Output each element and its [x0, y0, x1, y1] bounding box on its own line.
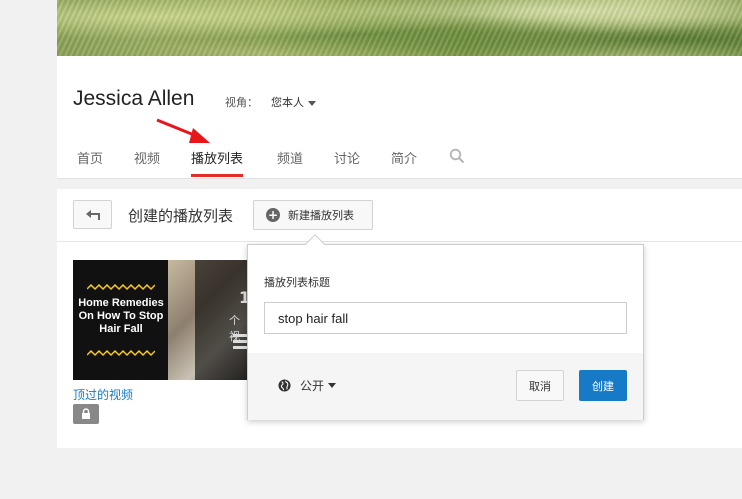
- playlist-title-link[interactable]: 顶过的视频: [73, 386, 133, 403]
- globe-icon: [278, 379, 291, 392]
- new-playlist-label: 新建播放列表: [288, 209, 354, 222]
- channel-banner: [57, 0, 742, 56]
- search-icon[interactable]: [449, 148, 465, 164]
- annotation-arrow-icon: [156, 118, 210, 143]
- caret-down-icon: [328, 383, 337, 388]
- cancel-button[interactable]: 取消: [516, 370, 564, 401]
- playlist-thumbnail[interactable]: Home Remedies On How To Stop Hair Fall 1…: [73, 260, 247, 380]
- lock-icon: [73, 404, 99, 424]
- channel-name: Jessica Allen: [73, 87, 195, 110]
- zigzag-decoration-icon: [87, 350, 155, 356]
- tab-playlists[interactable]: 播放列表: [191, 148, 244, 177]
- view-as-label: 视角：: [225, 96, 258, 109]
- zigzag-decoration-icon: [87, 284, 155, 290]
- view-as-value: 您本人: [271, 96, 304, 109]
- video-count: 1: [239, 288, 247, 307]
- view-as-dropdown[interactable]: 您本人: [271, 94, 316, 110]
- tab-discussion[interactable]: 讨论: [334, 148, 360, 177]
- playlist-title-input[interactable]: [264, 302, 627, 334]
- popup-footer: 公开 取消 创建: [248, 353, 643, 420]
- tab-home[interactable]: 首页: [77, 148, 103, 177]
- thumbnail-cover: Home Remedies On How To Stop Hair Fall: [73, 260, 168, 380]
- privacy-value: 公开: [300, 379, 325, 393]
- playlist-list-icon: [233, 334, 247, 352]
- playlists-toolbar: 创建的播放列表 + 新建播放列表: [57, 189, 742, 242]
- create-button[interactable]: 创建: [579, 370, 627, 401]
- playlist-count-overlay: 1 个视: [195, 260, 247, 380]
- tab-videos[interactable]: 视频: [134, 148, 160, 177]
- section-title: 创建的播放列表: [128, 207, 234, 225]
- privacy-dropdown[interactable]: 公开: [278, 377, 337, 394]
- back-arrow-icon: [85, 209, 100, 220]
- thumbnail-title: Home Remedies On How To Stop Hair Fall: [78, 297, 164, 335]
- plus-circle-icon: +: [266, 208, 280, 222]
- new-playlist-popup: 播放列表标题 公开 取消 创建: [247, 234, 644, 420]
- tab-channels[interactable]: 频道: [277, 148, 303, 177]
- back-button[interactable]: [73, 200, 112, 229]
- tab-about[interactable]: 简介: [391, 148, 417, 177]
- playlist-title-label: 播放列表标题: [264, 276, 330, 289]
- new-playlist-button[interactable]: + 新建播放列表: [253, 200, 373, 230]
- caret-down-icon: [308, 100, 316, 106]
